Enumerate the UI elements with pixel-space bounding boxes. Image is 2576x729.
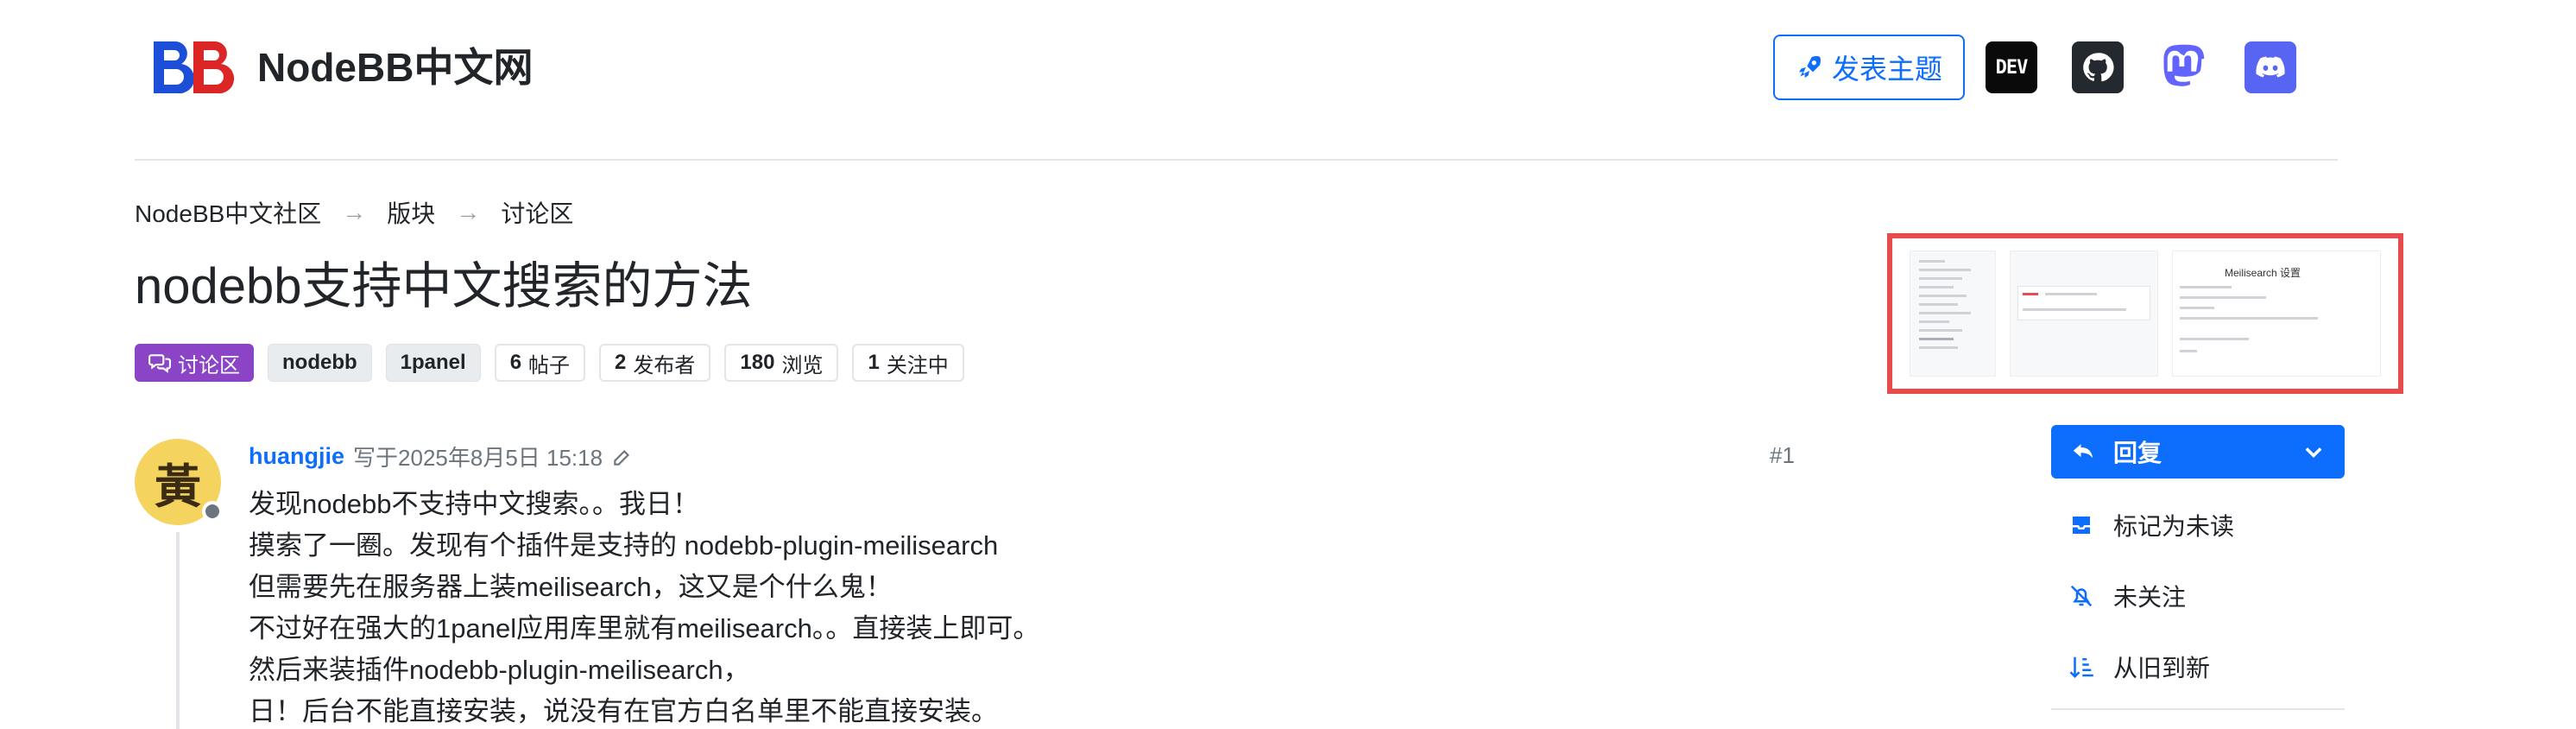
post-author[interactable]: huangjie: [249, 443, 344, 470]
mark-unread-label: 标记为未读: [2113, 513, 2235, 540]
rocket-icon: [1798, 56, 1821, 78]
post-line: 然后来装插件nodebb-plugin-meilisearch，: [249, 655, 750, 685]
post-content: 发现nodebb不支持中文搜索。。我日！ 摸索了一圈。发现有个插件是支持的 no…: [249, 484, 1039, 729]
post-header: huangjie 写于2025年8月5日 15:18: [249, 441, 634, 472]
not-watching-button[interactable]: 未关注: [2068, 579, 2186, 613]
topic-thumbnail[interactable]: Meilisearch 设置: [1887, 233, 2403, 394]
breadcrumb-item-home[interactable]: NodeBB中文社区: [135, 195, 321, 230]
sort-icon: [2069, 656, 2093, 679]
reply-button[interactable]: 回复: [2051, 425, 2345, 479]
breadcrumb-item-categories[interactable]: 版块: [387, 195, 435, 230]
tag-nodebb[interactable]: nodebb: [268, 344, 372, 382]
post-topic-label: 发表主题: [1831, 54, 1942, 85]
following-label: 关注中: [886, 353, 949, 377]
discord-link[interactable]: [2245, 41, 2296, 93]
topic-title: nodebb支持中文搜索的方法: [135, 258, 753, 314]
thread-line: [176, 532, 180, 729]
thumbnail-shot-menu: [1910, 250, 1996, 377]
github-link[interactable]: [2072, 41, 2124, 93]
thumbnail-shot-settings: Meilisearch 设置: [2172, 250, 2381, 377]
posters-label: 发布者: [633, 353, 696, 377]
post-index[interactable]: #1: [1770, 442, 1795, 469]
sidebar-divider: [2051, 708, 2345, 710]
post-line: 不过好在强大的1panel应用库里就有meilisearch。。直接装上即可。: [249, 613, 1040, 643]
posts-count: 6: [509, 351, 522, 374]
topic-tags-row: 讨论区 nodebb 1panel 6 帖子 2 发布者 180 浏览 1 关注…: [135, 344, 964, 382]
mastodon-link[interactable]: [2158, 41, 2210, 93]
avatar-char: 黃: [155, 458, 201, 514]
posters-count-badge[interactable]: 2 发布者: [599, 344, 711, 382]
mastodon-icon: [2163, 44, 2205, 86]
reply-icon: [2073, 444, 2093, 459]
tag-1panel[interactable]: 1panel: [385, 344, 481, 382]
post-line: 日！后台不能直接安装，说没有在官方白名单里不能直接安装。: [249, 696, 998, 726]
posts-count-badge: 6 帖子: [494, 344, 586, 382]
arrow-right-icon: →: [342, 199, 367, 225]
dev-to-link[interactable]: DEV: [1986, 41, 2037, 93]
breadcrumb-item-current: 讨论区: [501, 200, 574, 227]
post-line: 发现nodebb不支持中文搜索。。我日！: [249, 489, 699, 519]
views-label: 浏览: [781, 353, 824, 377]
category-badge[interactable]: 讨论区: [135, 344, 254, 382]
comments-icon: [148, 354, 171, 373]
category-label: 讨论区: [178, 353, 240, 377]
site-brand[interactable]: NodeBB中文网: [257, 41, 533, 93]
chevron-down-icon[interactable]: [2301, 441, 2326, 465]
offline-status-dot: [202, 501, 223, 522]
posts-label: 帖子: [528, 353, 571, 377]
header-divider: [135, 159, 2338, 161]
not-watching-label: 未关注: [2113, 584, 2187, 611]
arrow-right-icon: →: [456, 199, 481, 225]
reply-label: 回复: [2113, 440, 2162, 466]
thumbnail-shot-editor: [2010, 250, 2158, 377]
following-count: 1: [868, 351, 880, 374]
edit-icon[interactable]: [611, 446, 634, 468]
post-line: 但需要先在服务器上装meilisearch，这又是个什么鬼！: [249, 572, 893, 602]
views-count-badge: 180 浏览: [724, 344, 839, 382]
breadcrumb: NodeBB中文社区 → 版块 → 讨论区: [135, 195, 573, 230]
views-count: 180: [740, 351, 775, 374]
github-icon: [2083, 53, 2114, 82]
site-header: NodeBB中文网 发表主题 DEV: [0, 0, 2576, 159]
site-logo[interactable]: [148, 38, 235, 97]
post-wrote-label: 写于2025年8月5日 15:18: [353, 445, 603, 471]
post-topic-button[interactable]: 发表主题: [1773, 35, 1965, 100]
mark-unread-button[interactable]: 标记为未读: [2068, 508, 2234, 542]
inbox-icon: [2073, 517, 2090, 534]
post-timestamp[interactable]: 2025年8月5日 15:18: [398, 445, 603, 471]
following-count-badge: 1 关注中: [852, 344, 964, 382]
bell-slash-icon: [2070, 585, 2093, 607]
dev-icon: DEV: [1995, 56, 2029, 79]
post-line: 摸索了一圈。发现有个插件是支持的 nodebb-plugin-meilisear…: [249, 530, 999, 561]
thumbnail-settings-title: Meilisearch 设置: [2225, 267, 2301, 279]
posters-count: 2: [615, 351, 627, 374]
sort-button[interactable]: 从旧到新: [2068, 650, 2210, 684]
discord-icon: [2256, 56, 2285, 78]
sort-label: 从旧到新: [2113, 655, 2211, 681]
